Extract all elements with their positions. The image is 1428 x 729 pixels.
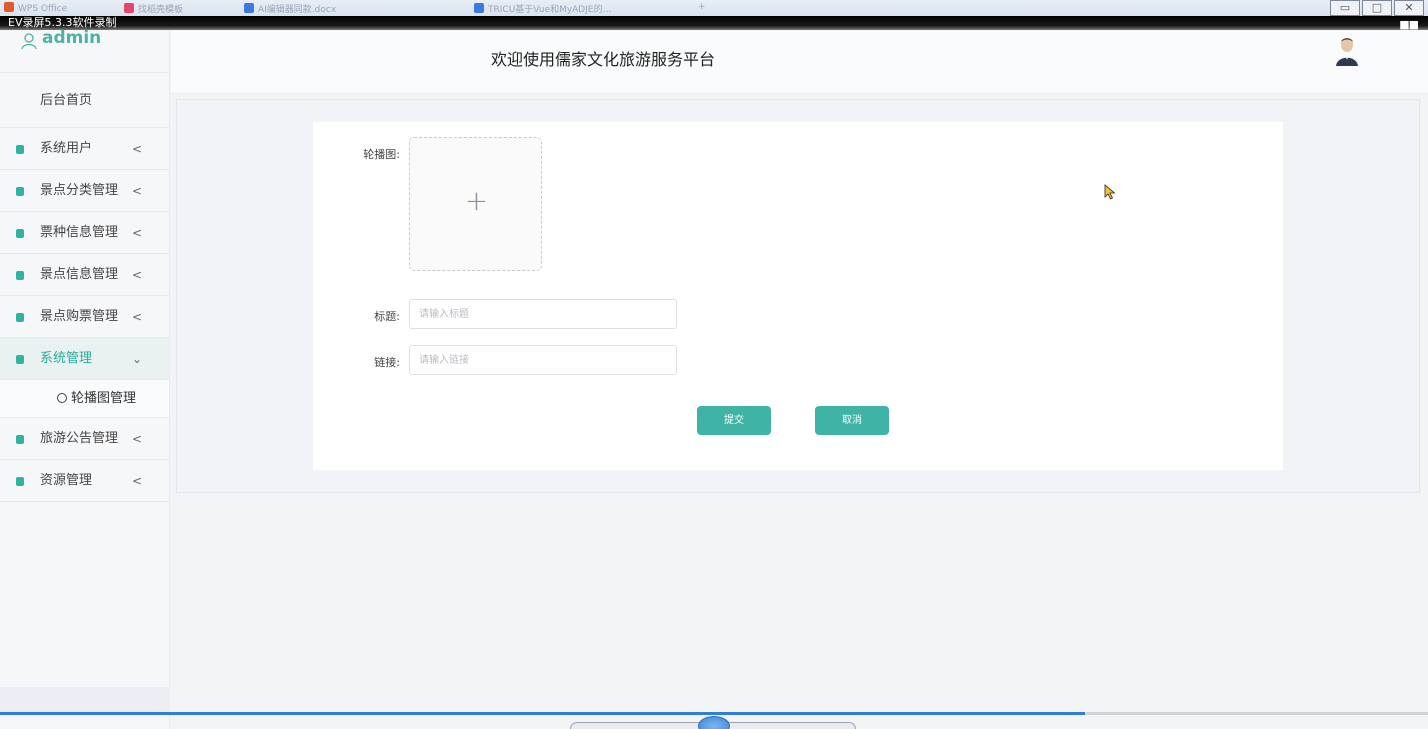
chevron-left-icon: <: [132, 310, 143, 324]
cancel-button[interactable]: 取消: [815, 406, 889, 435]
sidebar-item-label: 系统管理: [40, 351, 93, 366]
mouse-cursor-icon: [1104, 184, 1116, 200]
doc-icon: [244, 3, 254, 13]
sidebar-item-label: 票种信息管理: [40, 225, 119, 240]
chevron-left-icon: <: [132, 226, 143, 240]
menu-icon: [16, 271, 24, 280]
chevron-left-icon: <: [132, 142, 143, 156]
avatar[interactable]: [1335, 36, 1359, 66]
os-tab-doc[interactable]: AI编辑器同款.docx: [244, 2, 336, 15]
sidebar-item-system-management[interactable]: 系统管理 ⌄: [0, 338, 169, 380]
sidebar-item-system-users[interactable]: 系统用户 <: [0, 128, 169, 170]
title-label: 标题:: [374, 310, 400, 323]
chevron-left-icon: <: [132, 432, 143, 446]
user-name[interactable]: admin: [42, 28, 101, 48]
sidebar-item-label: 景点购票管理: [40, 309, 119, 324]
sidebar-subitem-carousel[interactable]: 轮播图管理: [0, 380, 169, 418]
menu-icon: [16, 355, 24, 364]
record-button[interactable]: [698, 716, 730, 729]
doc-icon: [474, 3, 484, 13]
sidebar-user: admin: [0, 28, 169, 73]
sidebar-item-label: 系统用户: [40, 141, 93, 156]
sidebar-item-ticket-purchase[interactable]: 景点购票管理 <: [0, 296, 169, 338]
chevron-down-icon: ⌄: [132, 352, 143, 366]
page-title: 欢迎使用儒家文化旅游服务平台: [491, 50, 716, 69]
sidebar-footer: [0, 687, 170, 715]
sidebar-item-announcement[interactable]: 旅游公告管理 <: [0, 418, 169, 460]
os-tab-template[interactable]: 找稻壳模板: [124, 2, 183, 15]
chevron-left-icon: <: [132, 268, 143, 282]
maximize-icon[interactable]: □: [1362, 0, 1392, 16]
chevron-left-icon: <: [132, 184, 143, 198]
image-upload-button[interactable]: +: [409, 137, 542, 271]
os-tab-doc2[interactable]: TRICU基于Vue和MyADJE的…: [474, 2, 612, 15]
submit-button[interactable]: 提交: [697, 406, 771, 435]
carousel-label: 轮播图:: [363, 148, 400, 161]
os-new-tab-button[interactable]: +: [698, 2, 706, 14]
wps-icon: [4, 2, 14, 12]
link-label: 链接:: [374, 356, 400, 369]
sidebar-item-resources[interactable]: 资源管理 <: [0, 460, 169, 502]
check-circle-icon: [57, 393, 67, 403]
sidebar-item-scenic-info[interactable]: 景点信息管理 <: [0, 254, 169, 296]
menu-icon: [16, 187, 24, 196]
link-input[interactable]: [409, 345, 677, 375]
os-tab-wps[interactable]: WPS Office: [4, 2, 67, 14]
sidebar-item-home[interactable]: 后台首页: [0, 73, 169, 128]
chevron-left-icon: <: [132, 474, 143, 488]
sidebar-subitem-label: 轮播图管理: [71, 391, 137, 406]
sidebar-item-label: 资源管理: [40, 473, 93, 488]
recording-progress-fill: [0, 712, 1086, 715]
close-icon[interactable]: ✕: [1394, 0, 1424, 16]
sidebar-item-label: 景点分类管理: [40, 183, 119, 198]
menu-icon: [16, 313, 24, 322]
sidebar-item-scenic-category[interactable]: 景点分类管理 <: [0, 170, 169, 212]
menu-icon: [16, 435, 24, 444]
recorder-banner: [0, 16, 1428, 30]
sidebar-item-ticket-type[interactable]: 票种信息管理 <: [0, 212, 169, 254]
menu-icon: [16, 145, 24, 154]
os-taskbar: WPS Office 找稻壳模板 AI编辑器同款.docx TRICU基于Vue…: [0, 0, 1428, 16]
sidebar-item-label: 景点信息管理: [40, 267, 119, 282]
minimize-icon[interactable]: ▭: [1330, 0, 1360, 16]
menu-icon: [16, 477, 24, 486]
plus-icon: +: [464, 184, 489, 217]
sidebar-item-label: 旅游公告管理: [40, 431, 119, 446]
user-icon: [21, 33, 37, 50]
menu-icon: [16, 229, 24, 238]
docer-icon: [124, 3, 134, 13]
top-header: 欢迎使用儒家文化旅游服务平台: [171, 30, 1428, 94]
title-input[interactable]: [409, 299, 677, 329]
sidebar: admin 后台首页 系统用户 < 景点分类管理 < 票种信息管理 < 景点信息…: [0, 28, 170, 729]
